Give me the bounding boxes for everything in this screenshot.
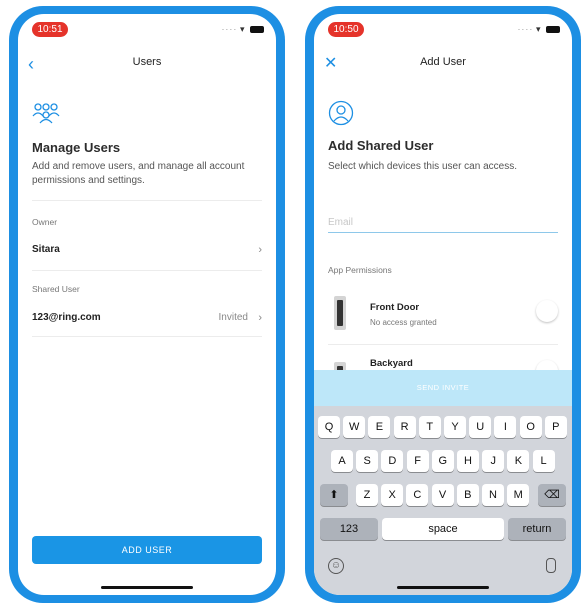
add-user-screen: 10:50 ···· ▾ ✕ Add User Add Shared User … <box>314 14 572 595</box>
status-time: 10:50 <box>328 22 364 37</box>
wifi-icon: ▾ <box>239 24 245 34</box>
key-b[interactable]: B <box>456 484 479 506</box>
key-u[interactable]: U <box>469 416 492 438</box>
divider <box>32 200 262 201</box>
numbers-key[interactable]: 123 <box>320 518 378 540</box>
shared-user-email: 123@ring.com <box>32 312 101 323</box>
keyboard-row-4: 123 space return <box>314 518 572 540</box>
device-row-front-door[interactable]: Front Door No access granted <box>314 284 572 334</box>
wifi-icon: ▾ <box>535 24 541 34</box>
key-w[interactable]: W <box>343 416 366 438</box>
key-l[interactable]: L <box>532 450 555 472</box>
email-field[interactable] <box>328 212 558 233</box>
key-z[interactable]: Z <box>356 484 378 506</box>
shared-user-label: Shared User <box>32 284 80 294</box>
key-t[interactable]: T <box>418 416 441 438</box>
owner-label: Owner <box>32 217 58 227</box>
add-user-button[interactable]: ADD USER <box>32 536 262 564</box>
key-k[interactable]: K <box>507 450 530 472</box>
nav-bar: ✕ Add User <box>314 50 572 78</box>
page-title: Users <box>132 56 162 68</box>
key-a[interactable]: A <box>331 450 353 472</box>
send-invite-button[interactable]: SEND INVITE <box>314 370 572 406</box>
on-screen-keyboard: QWERTYUIOP ASDFGHJKL ⬆ ⌫ ZXCVBNM 123 spa… <box>314 406 572 595</box>
device-name: Front Door <box>370 302 420 313</box>
access-toggle[interactable] <box>536 300 558 322</box>
nav-bar: ‹ Users <box>18 50 276 78</box>
battery-icon <box>546 26 560 34</box>
key-h[interactable]: H <box>457 450 479 472</box>
chevron-right-icon: › <box>258 312 262 324</box>
key-c[interactable]: C <box>406 484 429 506</box>
emoji-icon[interactable]: ☺ <box>328 558 344 574</box>
battery-icon <box>250 26 264 34</box>
device-access-status: No access granted <box>370 318 437 327</box>
device-row-backyard[interactable]: Backyard <box>314 350 572 370</box>
keyboard-row-3: ⬆ ⌫ ZXCVBNM <box>314 484 572 506</box>
divider <box>32 270 262 271</box>
users-phone: 10:51 ···· ▾ ‹ Users Manage Users Add an… <box>9 6 285 603</box>
key-q[interactable]: Q <box>318 416 340 438</box>
users-group-icon <box>32 102 60 129</box>
keyboard-row-2: ASDFGHJKL <box>314 450 572 472</box>
owner-name: Sitara <box>32 244 60 255</box>
signal-icon: ···· <box>517 24 534 34</box>
key-v[interactable]: V <box>431 484 454 506</box>
key-o[interactable]: O <box>519 416 542 438</box>
key-g[interactable]: G <box>431 450 454 472</box>
keyboard-row-1: QWERTYUIOP <box>314 416 572 438</box>
key-x[interactable]: X <box>381 484 404 506</box>
key-y[interactable]: Y <box>444 416 466 438</box>
add-shared-user-heading: Add Shared User <box>328 138 434 153</box>
key-e[interactable]: E <box>368 416 391 438</box>
backspace-key[interactable]: ⌫ <box>538 484 566 506</box>
key-n[interactable]: N <box>482 484 504 506</box>
add-user-phone: 10:50 ···· ▾ ✕ Add User Add Shared User … <box>305 6 581 603</box>
user-avatar-icon <box>328 100 354 131</box>
doorbell-thumbnail <box>334 296 346 330</box>
manage-users-heading: Manage Users <box>32 140 121 155</box>
add-shared-user-description: Select which devices this user can acces… <box>328 161 517 172</box>
status-bar: 10:50 ···· ▾ <box>314 14 572 44</box>
key-f[interactable]: F <box>406 450 429 472</box>
access-toggle[interactable] <box>536 360 558 370</box>
key-j[interactable]: J <box>482 450 505 472</box>
app-permissions-label: App Permissions <box>328 265 392 275</box>
key-m[interactable]: M <box>507 484 530 506</box>
users-screen: 10:51 ···· ▾ ‹ Users Manage Users Add an… <box>18 14 276 595</box>
shift-key[interactable]: ⬆ <box>320 484 348 506</box>
microphone-icon[interactable] <box>546 558 556 573</box>
home-indicator <box>101 586 193 589</box>
divider <box>32 336 262 337</box>
chevron-right-icon: › <box>258 244 262 256</box>
signal-icon: ···· <box>221 24 238 34</box>
status-bar: 10:51 ···· ▾ <box>18 14 276 44</box>
owner-row[interactable]: Sitara › <box>18 234 276 264</box>
key-r[interactable]: R <box>393 416 416 438</box>
home-indicator <box>397 586 489 589</box>
return-key[interactable]: return <box>508 518 566 540</box>
key-i[interactable]: I <box>494 416 517 438</box>
key-p[interactable]: P <box>544 416 567 438</box>
status-time: 10:51 <box>32 22 68 37</box>
device-name: Backyard <box>370 358 413 369</box>
manage-users-description: Add and remove users, and manage all acc… <box>32 161 245 186</box>
space-key[interactable]: space <box>382 518 504 540</box>
shared-user-row[interactable]: 123@ring.com Invited › <box>18 304 276 334</box>
status-badge: Invited <box>218 312 248 323</box>
key-s[interactable]: S <box>356 450 379 472</box>
status-icons: ···· ▾ <box>517 24 560 35</box>
key-d[interactable]: D <box>381 450 404 472</box>
divider <box>328 344 558 345</box>
status-icons: ···· ▾ <box>221 24 264 35</box>
page-title: Add User <box>420 56 466 68</box>
camera-thumbnail <box>334 362 346 370</box>
